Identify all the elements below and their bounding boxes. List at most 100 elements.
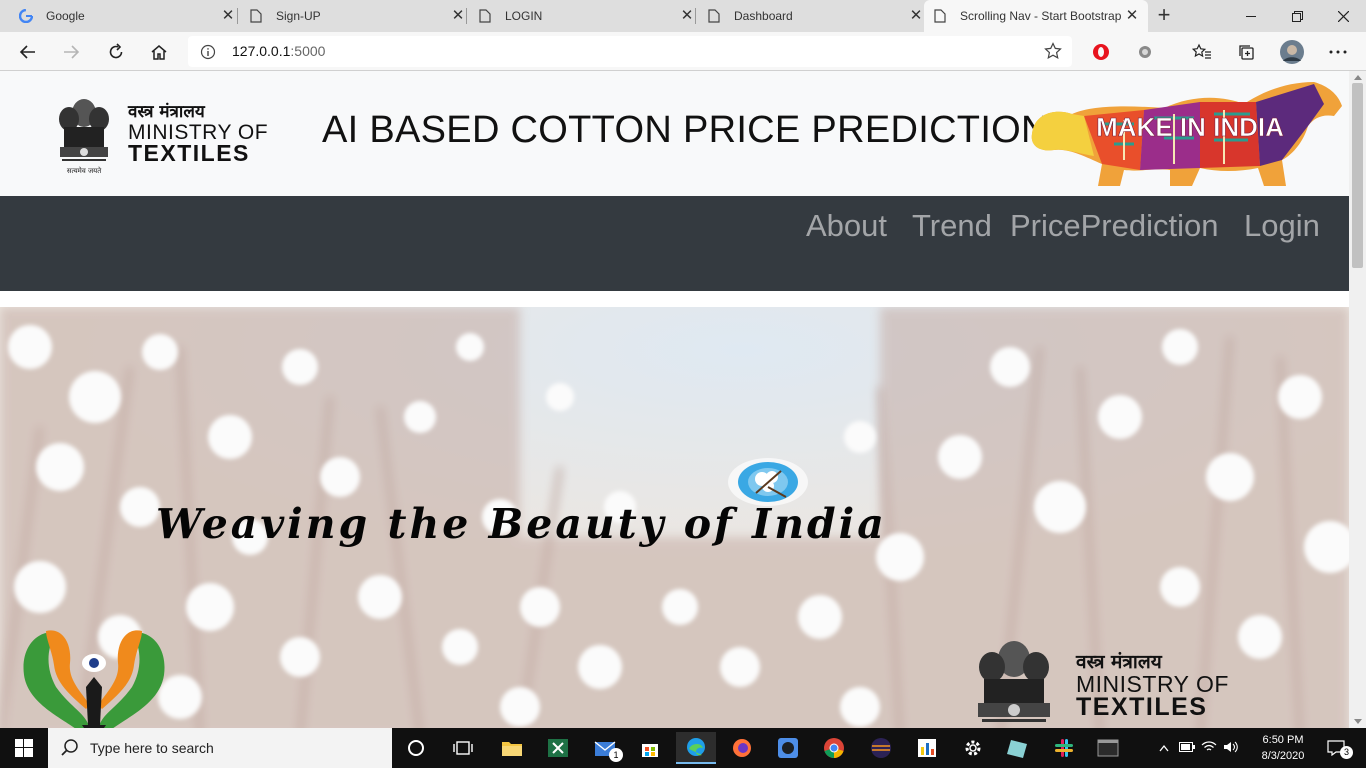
ministry-line2: TEXTILES: [128, 140, 250, 166]
nav-trend[interactable]: Trend: [912, 208, 992, 244]
favorites-icon[interactable]: [1186, 36, 1218, 68]
search-placeholder: Type here to search: [90, 740, 214, 756]
minimize-button[interactable]: [1228, 0, 1274, 32]
tab-strip: Google ✕ Sign-UP ✕ LOGIN ✕ Dashboard ✕ S…: [0, 0, 1366, 32]
tab-scrolling-nav[interactable]: Scrolling Nav - Start Bootstrap ✕: [924, 0, 1148, 32]
show-hidden-icons-icon[interactable]: [1156, 741, 1172, 755]
close-tab-icon[interactable]: ✕: [220, 8, 236, 24]
tab-title: Sign-UP: [276, 9, 321, 23]
store-icon[interactable]: [630, 732, 670, 764]
page-scrollbar[interactable]: [1349, 71, 1366, 728]
clock-date: 8/3/2020: [1261, 750, 1305, 762]
firefox-icon[interactable]: [722, 732, 762, 764]
close-tab-icon[interactable]: ✕: [908, 8, 924, 24]
url-port: :5000: [290, 43, 326, 59]
github-desktop-icon[interactable]: [768, 732, 808, 764]
mail-badge: 1: [609, 748, 623, 762]
taskbar-search[interactable]: Type here to search: [48, 728, 392, 768]
emblem-motto: सत्यमेव जयते: [67, 166, 102, 175]
ministry-hindi: वस्त्र मंत्रालय: [1076, 651, 1162, 673]
more-menu-icon[interactable]: [1322, 36, 1354, 68]
page-icon: [477, 8, 493, 24]
site-header: सत्यमेव जयते वस्त्र मंत्रालय MINISTRY OF…: [0, 71, 1349, 196]
system-tray: [1156, 728, 1242, 768]
task-view-icon[interactable]: [443, 732, 483, 764]
search-icon: [61, 739, 78, 756]
tab-signup[interactable]: Sign-UP ✕: [238, 0, 466, 32]
tab-dashboard[interactable]: Dashboard ✕: [696, 0, 924, 32]
make-in-india-logo: MAKE IN INDIA: [1024, 74, 1346, 194]
windows-taskbar: Type here to search 1 6:50 PM 8/3/2020 3: [0, 728, 1366, 768]
tab-google[interactable]: Google ✕: [8, 0, 236, 32]
info-icon[interactable]: [200, 44, 216, 60]
volume-icon[interactable]: [1220, 741, 1242, 756]
ministry-of-textiles-logo: वस्त्र मंत्रालय MINISTRY OF TEXTILES: [128, 104, 268, 165]
favorite-star-icon[interactable]: [1044, 42, 1062, 60]
forward-button[interactable]: [55, 36, 87, 68]
settings-gear-icon[interactable]: [953, 732, 993, 764]
close-tab-icon[interactable]: ✕: [1124, 8, 1140, 24]
page-icon: [706, 8, 722, 24]
ministry-hindi: वस्त्र मंत्रालय: [128, 102, 205, 122]
notes-app-icon[interactable]: [998, 732, 1038, 764]
tab-title: Google: [46, 9, 85, 23]
tab-title: Dashboard: [734, 9, 793, 23]
nav-about[interactable]: About: [806, 208, 887, 244]
extension-icon[interactable]: [1129, 36, 1161, 68]
browser-toolbar: 127.0.0.1:5000: [0, 32, 1366, 71]
page-icon: [248, 8, 264, 24]
navbar: About Trend PricePrediction Login: [0, 196, 1349, 291]
scrollbar-thumb[interactable]: [1352, 83, 1363, 268]
make-in-india-text: MAKE IN INDIA: [1096, 112, 1284, 142]
eclipse-icon[interactable]: [861, 732, 901, 764]
web-page: सत्यमेव जयते वस्त्र मंत्रालय MINISTRY OF…: [0, 71, 1349, 728]
wifi-icon[interactable]: [1198, 740, 1220, 756]
nav-price-prediction[interactable]: PricePrediction: [1010, 208, 1218, 244]
opera-extension-icon[interactable]: [1085, 36, 1117, 68]
close-tab-icon[interactable]: ✕: [450, 8, 466, 24]
page-icon: [932, 8, 948, 24]
slack-icon[interactable]: [1044, 732, 1084, 764]
action-center-icon[interactable]: 3: [1318, 732, 1354, 764]
tab-login[interactable]: LOGIN ✕: [467, 0, 695, 32]
url-text[interactable]: 127.0.0.1:5000: [232, 43, 325, 59]
ministry-line2: TEXTILES: [1076, 693, 1208, 721]
battery-icon[interactable]: [1176, 741, 1198, 755]
nav-login[interactable]: Login: [1244, 208, 1320, 244]
chrome-icon[interactable]: [814, 732, 854, 764]
notification-count-badge: 3: [1340, 746, 1353, 759]
close-tab-icon[interactable]: ✕: [679, 8, 695, 24]
national-emblem-logo: [968, 637, 1060, 728]
handloom-mark-logo: [16, 625, 172, 728]
back-button[interactable]: [12, 36, 44, 68]
start-button[interactable]: [0, 728, 48, 768]
profile-avatar[interactable]: [1276, 36, 1308, 68]
excel-icon[interactable]: [538, 732, 578, 764]
ministry-of-textiles-logo: वस्त्र मंत्रालय MINISTRY OF TEXTILES: [1076, 653, 1229, 720]
file-explorer-icon[interactable]: [492, 732, 532, 764]
url-host: 127.0.0.1: [232, 43, 291, 59]
close-window-button[interactable]: [1320, 0, 1366, 32]
scroll-down-arrow-icon[interactable]: [1354, 719, 1362, 724]
tab-title: LOGIN: [505, 9, 543, 23]
refresh-button[interactable]: [100, 36, 132, 68]
google-icon: [18, 8, 34, 24]
clock-time: 6:50 PM: [1262, 734, 1304, 746]
terminal-icon[interactable]: [1088, 732, 1128, 764]
cortana-icon[interactable]: [396, 732, 436, 764]
home-button[interactable]: [143, 36, 175, 68]
taskbar-clock[interactable]: 6:50 PM 8/3/2020: [1250, 732, 1316, 764]
mail-icon[interactable]: 1: [585, 732, 625, 764]
collections-icon[interactable]: [1230, 36, 1262, 68]
edge-browser-icon[interactable]: [676, 732, 716, 764]
address-bar[interactable]: 127.0.0.1:5000: [188, 36, 1072, 67]
scroll-up-arrow-icon[interactable]: [1354, 75, 1362, 80]
power-bi-icon[interactable]: [907, 732, 947, 764]
tab-title: Scrolling Nav - Start Bootstrap: [960, 9, 1122, 23]
restore-button[interactable]: [1274, 0, 1320, 32]
new-tab-button[interactable]: +: [1152, 4, 1176, 28]
hero-banner: Weaving the Beauty of India वस्त्र मंत्र…: [0, 307, 1349, 728]
site-title: AI BASED COTTON PRICE PREDICTION: [322, 109, 1049, 151]
windows-logo-icon: [15, 739, 33, 757]
hero-tagline: Weaving the Beauty of India: [156, 500, 887, 548]
